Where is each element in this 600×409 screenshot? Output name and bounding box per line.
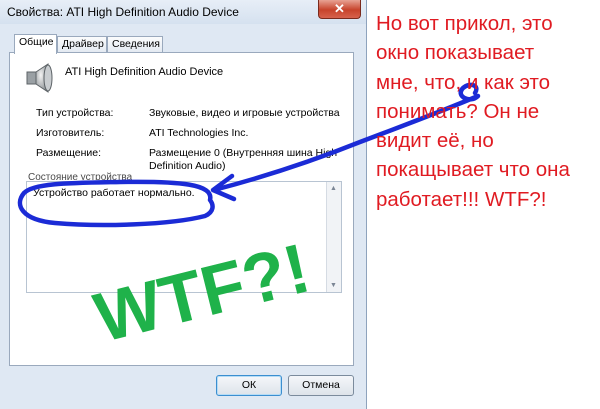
ok-button[interactable]: ОК [216,375,282,396]
close-button[interactable]: ✕ [318,0,361,19]
location-value-line2: Definition Audio) [149,160,226,172]
general-tab-panel: ATI High Definition Audio Device Тип уст… [9,52,354,366]
status-scrollbar[interactable]: ▲ ▼ [326,182,341,292]
annotation-line: покащывает что она [376,158,570,182]
window-title: Свойства: ATI High Definition Audio Devi… [7,5,239,19]
speaker-icon [26,63,53,93]
annotation-text: Но вот прикол, это окно показывает мне, … [376,9,600,214]
status-group-label: Состояние устройства [28,172,133,180]
tab-general[interactable]: Общие [14,34,57,54]
title-bar[interactable]: Свойства: ATI High Definition Audio Devi… [0,0,366,24]
tab-details[interactable]: Сведения [107,36,163,52]
device-status-box[interactable]: Устройство работает нормально. ▲ ▼ [26,181,342,293]
annotation-line: работает!!! WTF?! [376,187,547,211]
annotation-line: Но вот прикол, это [376,12,553,35]
cancel-button[interactable]: Отмена [288,375,354,396]
device-type-value: Звуковые, видео и игровые устройства [149,107,340,119]
device-status-text: Устройство работает нормально. [33,187,195,199]
properties-dialog: Свойства: ATI High Definition Audio Devi… [0,0,367,409]
manufacturer-value: ATI Technologies Inc. [149,127,249,139]
annotation-line: понимать? Он не [376,99,540,123]
scroll-up-icon[interactable]: ▲ [330,185,337,192]
manufacturer-label: Изготовитель: [36,127,105,139]
tab-driver[interactable]: Драйвер [57,36,107,52]
annotation-line: окно показывает [376,41,535,65]
location-value: Размещение 0 (Внутренняя шина High [149,147,338,159]
device-name: ATI High Definition Audio Device [65,66,224,78]
annotation-line: видит её, но [376,129,494,153]
location-label: Размещение: [36,147,102,159]
device-type-label: Тип устройства: [36,107,114,119]
annotation-line: мне, что, и как это [376,70,551,94]
scroll-down-icon[interactable]: ▼ [330,282,337,289]
